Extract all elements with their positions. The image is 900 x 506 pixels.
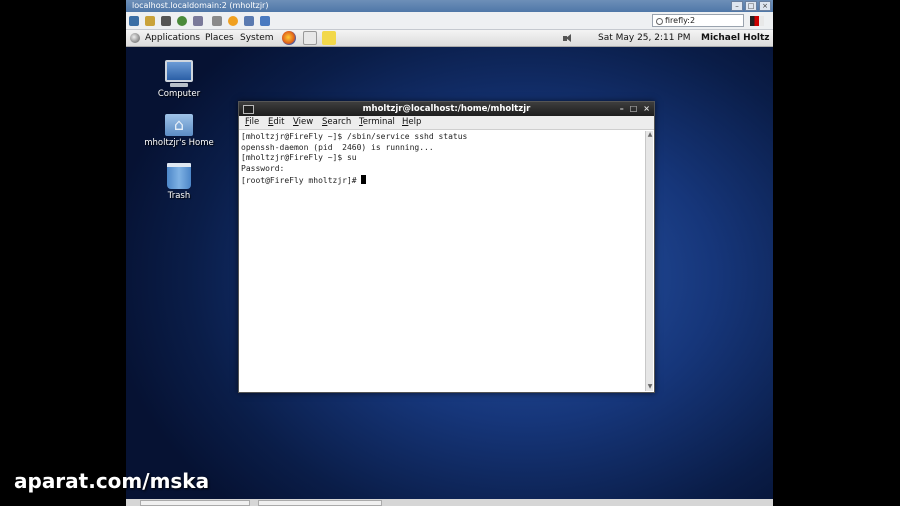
menu-terminal[interactable]: Terminal (359, 116, 395, 129)
vnc-titlebar: localhost.localdomain:2 (mholtzjr) – □ × (126, 0, 773, 12)
gnome-foot-icon[interactable] (130, 33, 140, 43)
refresh-icon[interactable] (177, 16, 187, 26)
vnc-viewer-window: localhost.localdomain:2 (mholtzjr) – □ ×… (126, 0, 773, 506)
maximize-icon[interactable]: □ (630, 102, 638, 116)
home-folder-icon (165, 114, 193, 136)
close-icon[interactable]: × (759, 1, 771, 11)
mail-icon[interactable] (303, 31, 317, 45)
panel-clock[interactable]: Sat May 25, 2:11 PM (598, 30, 691, 46)
terminal-line: openssh-daemon (pid 2460) is running... (241, 142, 434, 152)
desktop-icon-label: mholtzjr's Home (144, 138, 214, 148)
panel-user-name[interactable]: Michael Holtz (701, 30, 770, 46)
computer-icon (165, 60, 193, 82)
terminal-prompt: [root@FireFly mholtzjr]# (241, 175, 362, 185)
keys-icon[interactable] (193, 16, 203, 26)
taskbar-item[interactable] (140, 500, 250, 506)
terminal-window[interactable]: mholtzjr@localhost:/home/mholtzjr – □ × … (238, 101, 655, 393)
system-menu[interactable]: System (240, 30, 274, 46)
terminal-titlebar[interactable]: mholtzjr@localhost:/home/mholtzjr – □ × (239, 102, 654, 116)
terminal-prompt-line: [root@FireFly mholtzjr]# (241, 174, 643, 187)
terminal-line: [mholtzjr@FireFly ~]$ su (241, 153, 357, 163)
desktop-icon-computer[interactable]: Computer (134, 60, 224, 99)
terminal-line: [mholtzjr@FireFly ~]$ /sbin/service sshd… (241, 132, 468, 141)
vnc-toolbar: firefly:2 (126, 12, 773, 30)
scroll-up-icon[interactable]: ▲ (647, 132, 653, 138)
terminal-cursor (361, 174, 367, 184)
close-icon[interactable]: × (643, 102, 650, 116)
desktop-icon-label: Computer (157, 89, 201, 99)
vnc-host-field[interactable]: firefly:2 (652, 14, 744, 27)
desktop-icon-label: Trash (167, 191, 191, 201)
volume-icon[interactable] (563, 34, 573, 43)
minimize-icon[interactable]: – (731, 1, 743, 11)
lock-icon[interactable] (145, 16, 155, 26)
terminal-app-icon (243, 105, 254, 114)
terminal-menubar: File Edit View Search Terminal Help (239, 116, 654, 130)
applications-menu[interactable]: Applications (145, 30, 200, 46)
scroll-down-icon[interactable]: ▼ (647, 384, 653, 390)
menu-search[interactable]: Search (322, 116, 351, 129)
bottom-taskbar (126, 499, 773, 506)
firefox-icon[interactable] (282, 31, 296, 45)
gnome-top-panel: Applications Places System Sat May 25, 2… (126, 30, 773, 47)
menu-file[interactable]: File (245, 116, 259, 129)
terminal-window-controls: – □ × (620, 102, 650, 116)
fullscreen-icon[interactable] (260, 16, 270, 26)
terminal-output[interactable]: [mholtzjr@FireFly ~]$ /sbin/service sshd… (241, 132, 643, 390)
desktop-icon-trash[interactable]: Trash (134, 163, 224, 201)
watermark-text: aparat.com/mska (14, 469, 210, 493)
menu-help[interactable]: Help (402, 116, 421, 129)
vnc-window-controls: – □ × (731, 1, 771, 11)
notes-icon[interactable] (322, 31, 336, 45)
terminal-title: mholtzjr@localhost:/home/mholtzjr (362, 104, 531, 114)
desktop-icon-home[interactable]: mholtzjr's Home (134, 114, 224, 148)
clipboard-icon[interactable] (212, 16, 222, 26)
trash-icon (167, 163, 191, 189)
taskbar-item[interactable] (258, 500, 382, 506)
terminal-line: Password: (241, 164, 285, 174)
maximize-icon[interactable]: □ (745, 1, 757, 11)
tools-icon[interactable] (161, 16, 171, 26)
info-icon[interactable] (228, 16, 238, 26)
screen-icon[interactable] (129, 16, 139, 26)
keyboard-layout-flag-icon[interactable] (750, 16, 764, 26)
transfer-icon[interactable] (244, 16, 254, 26)
menu-edit[interactable]: Edit (268, 116, 284, 129)
places-menu[interactable]: Places (205, 30, 234, 46)
menu-view[interactable]: View (293, 116, 313, 129)
terminal-scrollbar[interactable]: ▲ ▼ (645, 131, 653, 391)
minimize-icon[interactable]: – (620, 102, 624, 116)
vnc-title: localhost.localdomain:2 (mholtzjr) (132, 1, 269, 10)
